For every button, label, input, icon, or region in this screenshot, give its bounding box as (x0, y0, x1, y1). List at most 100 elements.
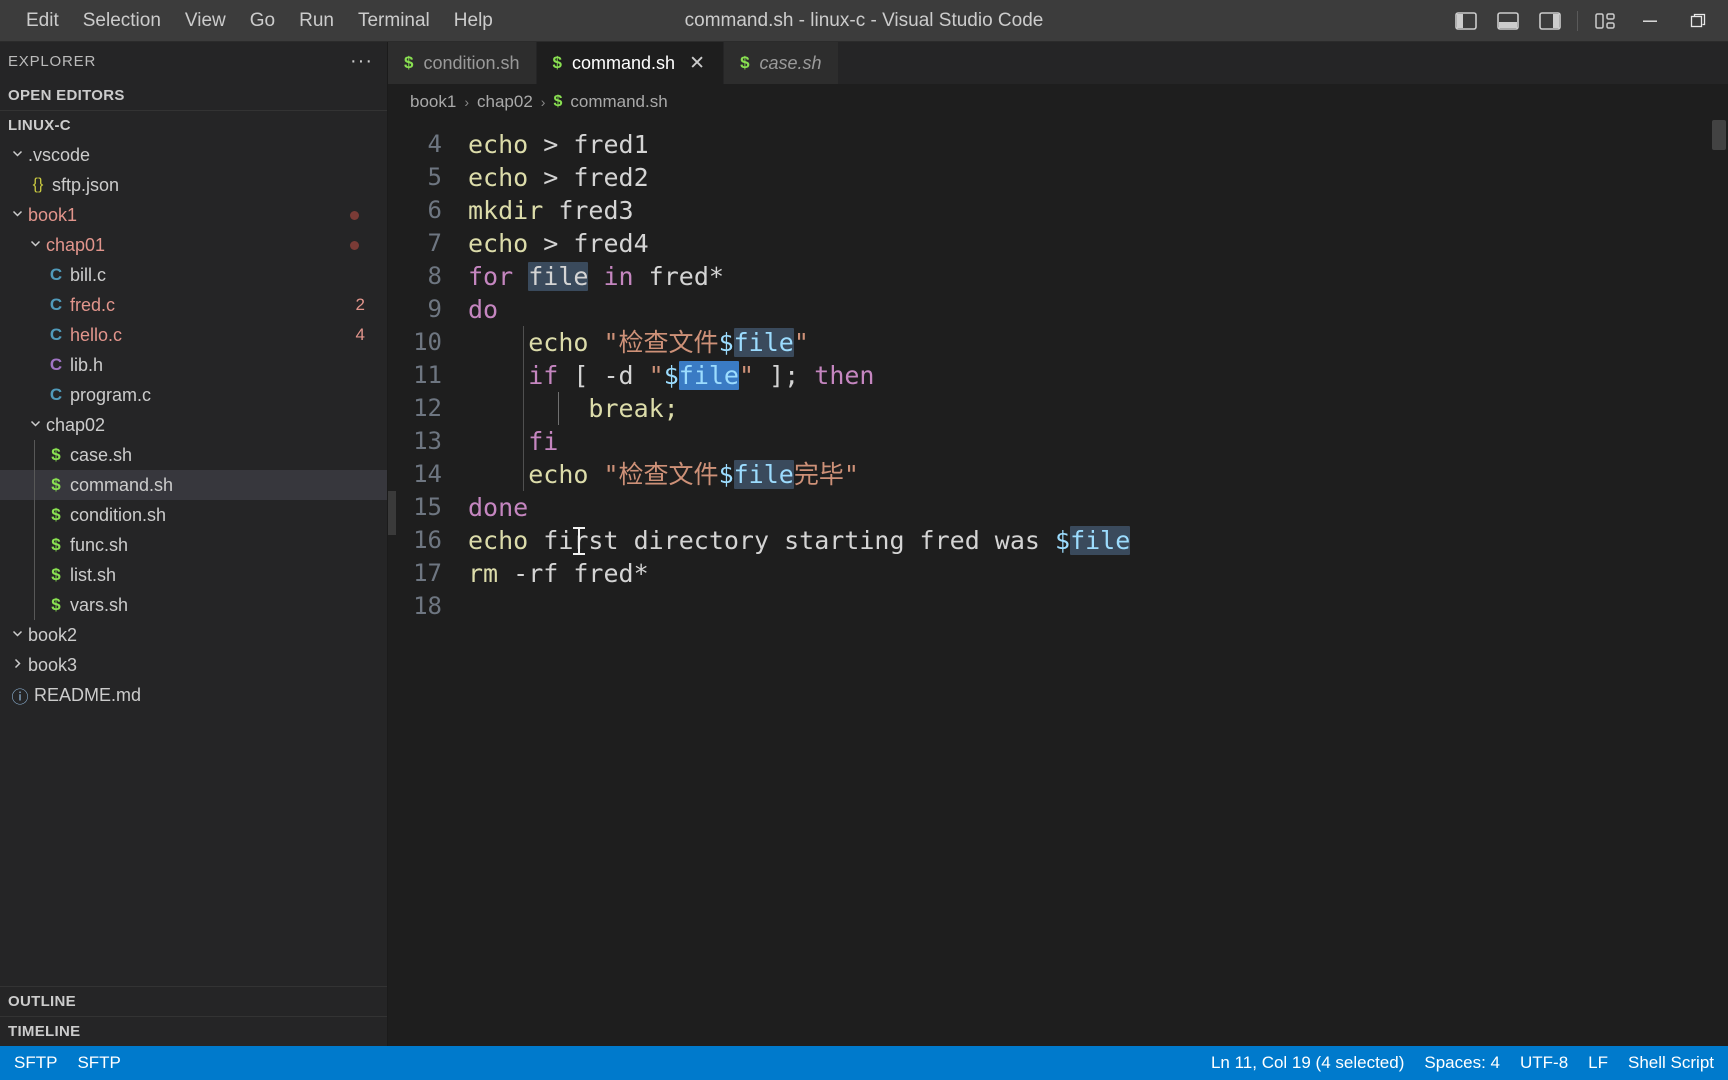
status-bar: SFTP SFTP Ln 11, Col 19 (4 selected) Space… (0, 1046, 1728, 1080)
tree-file-vars-sh[interactable]: $ vars.sh (0, 590, 387, 620)
tree-file-condition-sh[interactable]: $ condition.sh (0, 500, 387, 530)
maximize-icon[interactable] (1674, 0, 1722, 42)
code-text: echo > fred4 (468, 227, 649, 260)
menu-view[interactable]: View (173, 7, 238, 34)
tab-case-sh[interactable]: $ case.sh (724, 42, 839, 84)
menu-bar: Edit Selection View Go Run Terminal Help (0, 0, 505, 41)
tree-file-lib-h[interactable]: Clib.h (0, 350, 387, 380)
code-line[interactable]: 6 mkdir fred3 (388, 194, 1728, 227)
section-timeline[interactable]: TIMELINE (0, 1016, 387, 1046)
code-line[interactable]: 8 for file in fred* (388, 260, 1728, 293)
code-line[interactable]: 5 echo > fred2 (388, 161, 1728, 194)
editor-group: $ condition.sh $ command.sh ✕ $ case.sh book1 ›… (388, 42, 1728, 1046)
tree-folder-book3[interactable]: book3 (0, 650, 387, 680)
code-line[interactable]: 16 echo first directory starting fred was… (388, 524, 1728, 557)
code-line[interactable]: 4 echo > fred1 (388, 128, 1728, 161)
tree-file-case-sh[interactable]: $ case.sh (0, 440, 387, 470)
code-text: break; (468, 392, 678, 425)
status-item-right-1[interactable]: Spaces: 4 (1414, 1046, 1510, 1080)
tree-file-sftp-json[interactable]: {} sftp.json (0, 170, 387, 200)
code-text: do (468, 293, 498, 326)
code-line[interactable]: 9 do (388, 293, 1728, 326)
menu-help[interactable]: Help (442, 7, 505, 34)
status-item-left-0[interactable]: SFTP (4, 1046, 67, 1080)
status-item-right-0[interactable]: Ln 11, Col 19 (4 selected) (1201, 1046, 1414, 1080)
code-line[interactable]: 7 echo > fred4 (388, 227, 1728, 260)
code-line[interactable]: 18 (388, 590, 1728, 623)
menu-terminal[interactable]: Terminal (346, 7, 442, 34)
code-token: echo (528, 460, 589, 489)
tree-item-label: book3 (28, 654, 78, 675)
more-actions-icon[interactable]: ··· (350, 51, 373, 71)
breadcrumb-item[interactable]: chap02 (477, 92, 533, 112)
tree-file-bill-c[interactable]: Cbill.c (0, 260, 387, 290)
code-token: do (468, 295, 499, 324)
menu-go[interactable]: Go (238, 7, 287, 34)
toggle-panel-icon[interactable] (1487, 0, 1529, 42)
tree-file-func-sh[interactable]: $ func.sh (0, 530, 387, 560)
code-line[interactable]: 15 done (388, 491, 1728, 524)
chevron-down-icon[interactable] (8, 207, 26, 223)
status-item-right-3[interactable]: LF (1578, 1046, 1618, 1080)
tree-file-README-md[interactable]: ⓘ README.md (0, 680, 387, 710)
file-tree[interactable]: .vscode {} sftp.json book1 chap01 Cbill.c Cfre… (0, 140, 387, 986)
c-file-icon: C (49, 265, 63, 284)
editor-indent-guide (523, 392, 524, 425)
tree-folder-book2[interactable]: book2 (0, 620, 387, 650)
tree-file-command-sh[interactable]: $ command.sh (0, 470, 387, 500)
breadcrumb-item[interactable]: book1 (410, 92, 456, 112)
explorer-header: EXPLORER ··· (0, 42, 387, 80)
code-token: fred3 (543, 196, 634, 225)
tree-file-list-sh[interactable]: $ list.sh (0, 560, 387, 590)
code-line[interactable]: 11 if [ -d "$file" ]; then (388, 359, 1728, 392)
tree-item-label: book1 (28, 204, 78, 225)
code-line[interactable]: 10 echo "检查文件$file" (388, 326, 1728, 359)
tab-condition-sh[interactable]: $ condition.sh (388, 42, 537, 84)
section-workspace-root[interactable]: LINUX-C (0, 110, 387, 140)
close-icon[interactable]: ✕ (687, 52, 707, 75)
tree-folder-book1[interactable]: book1 (0, 200, 387, 230)
chevron-down-icon[interactable] (8, 627, 26, 643)
toggle-primary-sidebar-icon[interactable] (1445, 0, 1487, 42)
line-number: 11 (413, 361, 442, 389)
code-token: for (468, 262, 529, 291)
chevron-down-icon[interactable] (26, 417, 44, 433)
chevron-down-icon[interactable] (26, 237, 44, 253)
menu-run[interactable]: Run (287, 7, 346, 34)
menu-selection[interactable]: Selection (71, 7, 173, 34)
code-line[interactable]: 12 break; (388, 392, 1728, 425)
code-line[interactable]: 13 fi (388, 425, 1728, 458)
tab-command-sh[interactable]: $ command.sh ✕ (536, 42, 725, 84)
menu-edit[interactable]: Edit (14, 7, 71, 34)
tree-item-label: func.sh (70, 534, 129, 555)
status-item-right-4[interactable]: Shell Script (1618, 1046, 1724, 1080)
tree-file-program-c[interactable]: Cprogram.c (0, 380, 387, 410)
code-line[interactable]: 14 echo "检查文件$file完毕" (388, 458, 1728, 491)
code-editor[interactable]: 4 echo > fred1 5 echo > fred2 6 mkdir fred3 7 e… (388, 120, 1728, 1046)
tree-file-hello-c[interactable]: Chello.c 4 (0, 320, 387, 350)
chevron-down-icon[interactable] (8, 147, 26, 163)
status-item-left-1[interactable]: SFTP (67, 1046, 130, 1080)
chevron-right-icon[interactable] (8, 657, 26, 673)
tree-folder-chap01[interactable]: chap01 (0, 230, 387, 260)
code-token: echo (468, 229, 529, 258)
tree-folder-chap02[interactable]: chap02 (0, 410, 387, 440)
section-outline[interactable]: OUTLINE (0, 986, 387, 1016)
line-number: 5 (427, 163, 442, 191)
toggle-secondary-sidebar-icon[interactable] (1529, 0, 1571, 42)
tree-file-fred-c[interactable]: Cfred.c 2 (0, 290, 387, 320)
shell-file-icon: $ (552, 53, 563, 72)
code-token: [ -d (558, 361, 649, 390)
status-item-right-2[interactable]: UTF-8 (1510, 1046, 1578, 1080)
section-open-editors[interactable]: OPEN EDITORS (0, 80, 387, 110)
customize-layout-icon[interactable] (1584, 0, 1626, 42)
code-line[interactable]: 17 rm -rf fred* (388, 557, 1728, 590)
tree-item-label: .vscode (28, 144, 91, 165)
tree-folder--vscode[interactable]: .vscode (0, 140, 387, 170)
breadcrumb-item[interactable]: command.sh (570, 92, 667, 112)
minimize-icon[interactable] (1626, 0, 1674, 42)
code-token: rm (468, 559, 499, 588)
line-number: 17 (413, 559, 442, 587)
